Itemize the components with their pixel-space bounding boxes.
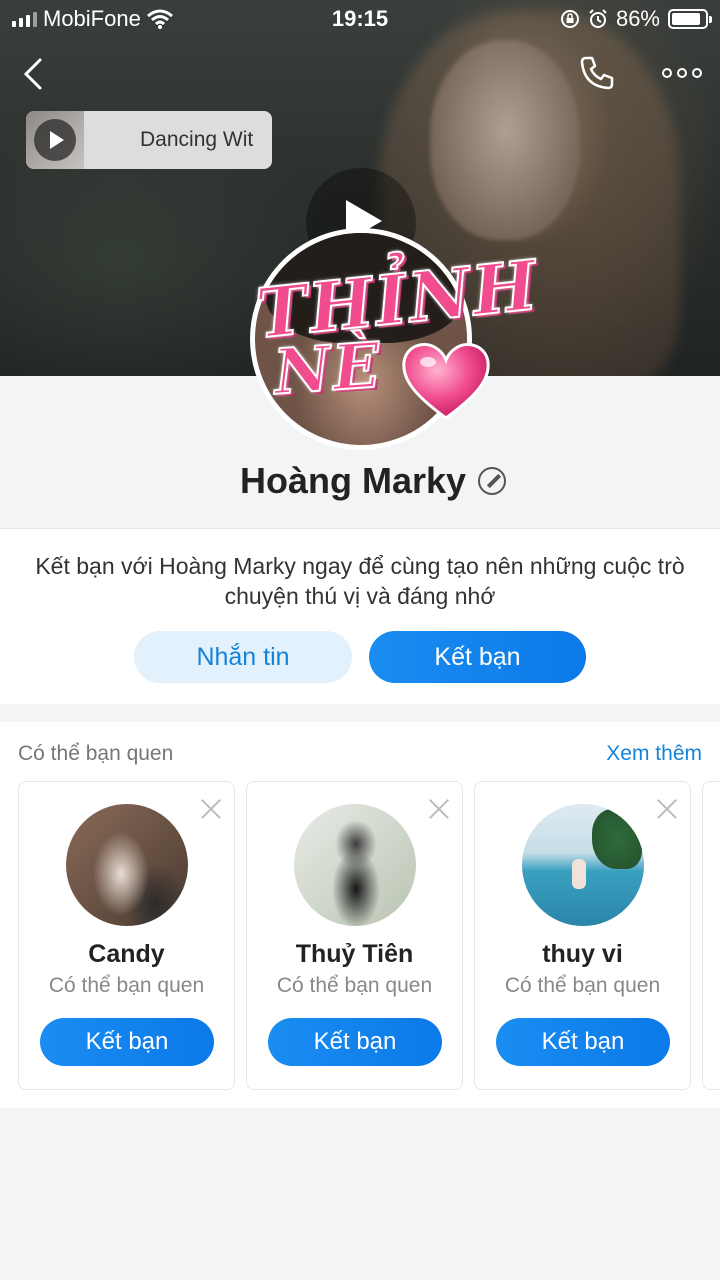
friend-request-card: Kết bạn với Hoàng Marky ngay để cùng tạo…	[0, 528, 720, 704]
avatar[interactable]	[294, 804, 416, 926]
heart-icon	[402, 343, 490, 420]
profile-music-chip[interactable]: Dancing Wit	[26, 111, 272, 169]
add-friend-button[interactable]: Kết bạn	[496, 1018, 670, 1066]
avatar-person-shape	[572, 859, 586, 889]
suggestion-card[interactable]: thuy vi Có thể bạn quen Kết bạn	[474, 781, 691, 1090]
alarm-icon	[589, 9, 607, 28]
add-friend-button[interactable]: Kết bạn	[369, 631, 586, 683]
avatar-sticker: THỈNH NÈ	[250, 244, 543, 430]
add-friend-button[interactable]: Kết bạn	[268, 1018, 442, 1066]
suggestion-carousel[interactable]: Candy Có thể bạn quen Kết bạn Thuỷ Tiên …	[18, 781, 720, 1091]
status-bar: MobiFone 19:15 86%	[0, 0, 720, 38]
chevron-left-icon	[23, 58, 42, 90]
status-right: 86%	[560, 6, 712, 32]
play-icon[interactable]	[34, 119, 76, 161]
suggestion-card[interactable]: Candy Có thể bạn quen Kết bạn	[18, 781, 235, 1090]
avatar[interactable]	[66, 804, 188, 926]
suggestion-subtitle: Có thể bạn quen	[48, 974, 205, 997]
suggestion-subtitle: Có thể bạn quen	[276, 974, 433, 997]
section-title: Có thể bạn quen	[18, 742, 174, 765]
sticker-text-line2: NÈ	[271, 327, 386, 409]
suggestion-name: Thuỷ Tiên	[295, 940, 414, 968]
more-dot	[677, 68, 687, 78]
close-icon[interactable]	[428, 798, 450, 820]
see-more-link[interactable]: Xem thêm	[606, 742, 702, 766]
phone-icon	[580, 56, 614, 90]
suggestion-name: Candy	[88, 940, 165, 968]
more-dot	[662, 68, 672, 78]
suggestion-card[interactable]: Thuỷ Tiên Có thể bạn quen Kết bạn	[246, 781, 463, 1090]
back-button[interactable]	[18, 56, 48, 92]
battery-fill	[672, 13, 700, 25]
profile-name: Hoàng Marky	[239, 460, 467, 501]
edit-pencil-icon[interactable]	[478, 467, 507, 495]
avatar-tree-shape	[592, 809, 642, 869]
rotation-lock-icon	[560, 10, 579, 28]
close-icon[interactable]	[200, 798, 222, 820]
people-you-may-know-section: Có thể bạn quen Xem thêm Candy Có thể bạ…	[0, 722, 720, 1108]
music-title: Dancing Wit	[140, 128, 254, 151]
battery-percent: 86%	[615, 6, 660, 31]
more-button[interactable]	[662, 64, 704, 82]
cover-face-shape	[430, 40, 580, 240]
add-friend-button[interactable]: Kết bạn	[40, 1018, 214, 1066]
music-thumbnail	[26, 111, 84, 169]
suggestion-name: thuy vi	[542, 940, 623, 968]
avatar[interactable]	[522, 804, 644, 926]
call-button[interactable]	[578, 54, 616, 92]
message-button[interactable]: Nhắn tin	[134, 631, 352, 683]
close-icon[interactable]	[656, 798, 678, 820]
more-dot	[692, 68, 702, 78]
friend-request-text: Kết bạn với Hoàng Marky ngay để cùng tạo…	[35, 553, 685, 609]
suggestion-subtitle: Có thể bạn quen	[504, 974, 661, 997]
battery-icon	[668, 9, 712, 29]
profile-name-row: Hoàng Marky	[0, 460, 720, 502]
suggestion-card-partial[interactable]	[702, 781, 720, 1090]
